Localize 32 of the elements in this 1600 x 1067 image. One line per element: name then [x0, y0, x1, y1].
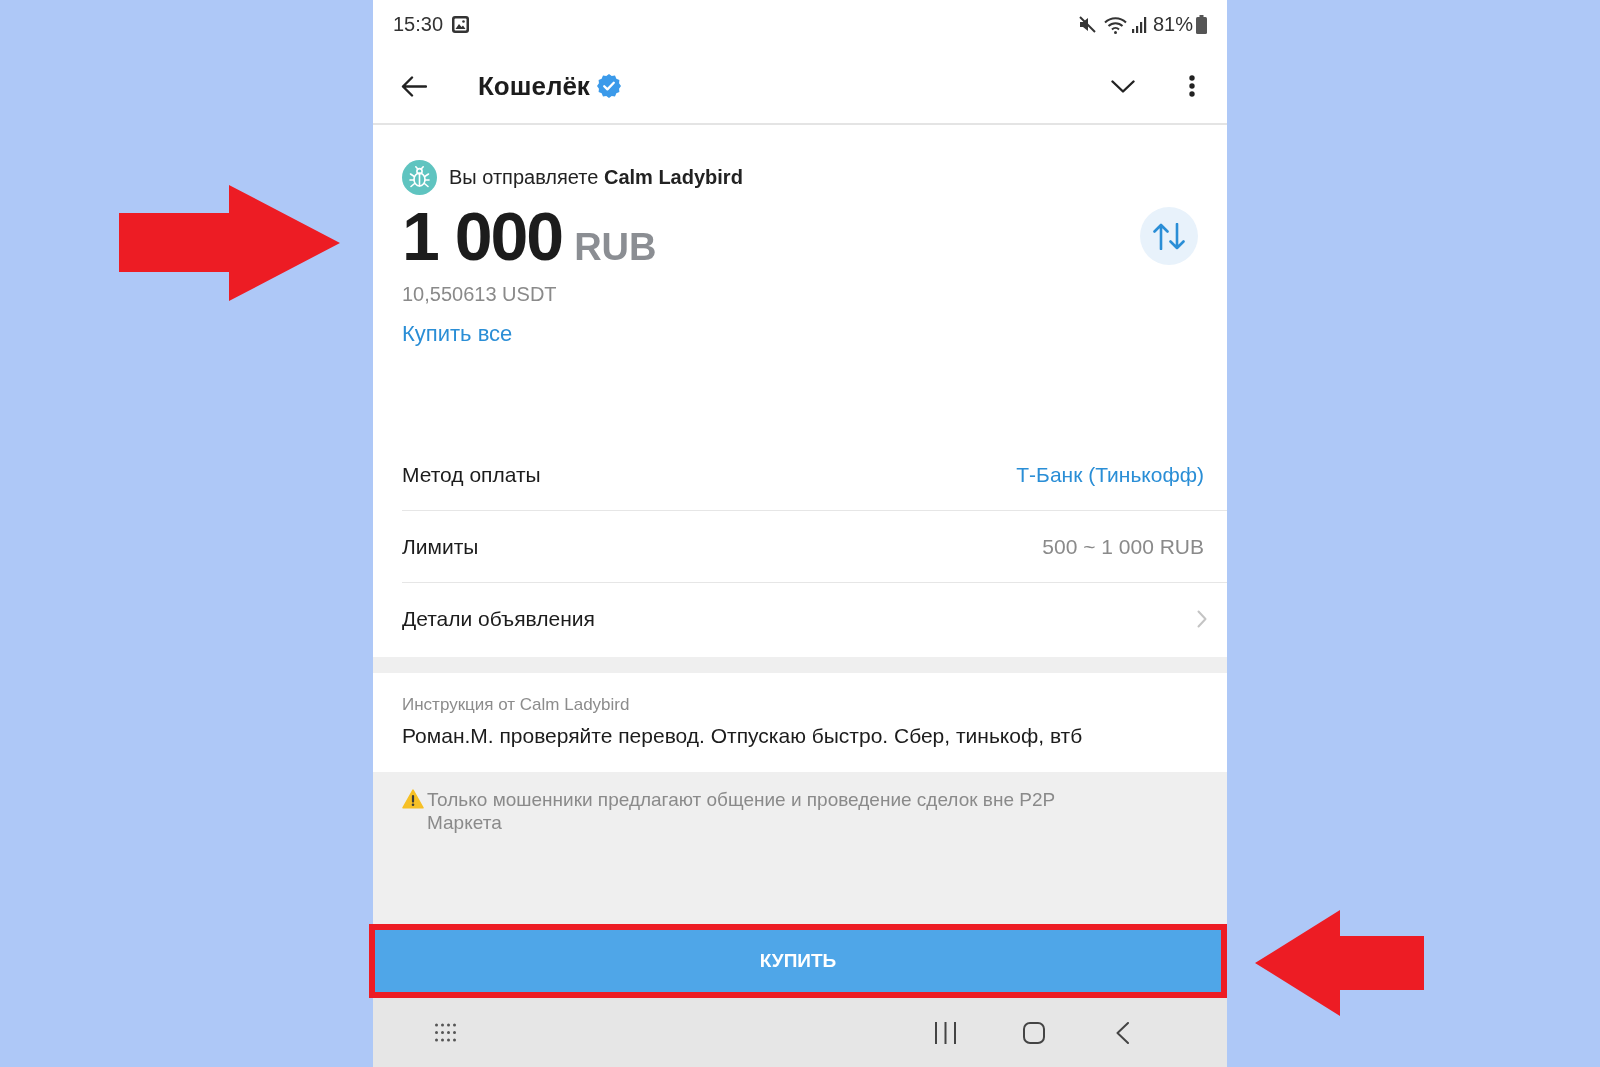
- chevron-down-icon: [1111, 79, 1135, 93]
- row-value: 500 ~ 1 000 RUB: [1042, 534, 1204, 559]
- row-label: Метод оплаты: [402, 462, 541, 487]
- signal-icon: [1131, 16, 1147, 33]
- chevron-right-icon: [1197, 609, 1207, 628]
- instruction-text: Роман.М. проверяйте перевод. Отпускаю быстро. Сбер, тинькоф, втб: [402, 723, 1083, 749]
- warning-text: Только мошенники предлагают общение и проведение сделок вне P2P Маркета: [427, 788, 1056, 834]
- bug-avatar-icon: [402, 160, 437, 195]
- buy-all-link[interactable]: Купить все: [402, 321, 513, 346]
- sender-text: Вы отправляете Calm Ladybird: [449, 166, 743, 189]
- wifi-icon: [1103, 15, 1127, 34]
- up-down-arrows-icon: [1153, 222, 1185, 250]
- row-value-link[interactable]: Т-Банк (Тинькофф): [1016, 462, 1204, 487]
- more-menu-icon: [1189, 75, 1195, 97]
- status-time: 15:30: [393, 13, 444, 36]
- converted-amount: 10,550613 USDT: [402, 282, 557, 306]
- warning-icon: [402, 789, 424, 809]
- back-arrow-icon: [401, 75, 427, 97]
- gallery-icon: [452, 16, 470, 33]
- battery-icon: [1196, 15, 1207, 34]
- nav-back-icon[interactable]: [1116, 1021, 1129, 1044]
- mute-icon: [1078, 16, 1096, 33]
- amount-value: 1 000: [402, 202, 563, 270]
- window-title: Кошелёк: [478, 70, 590, 102]
- home-icon[interactable]: [1023, 1021, 1045, 1044]
- recents-icon[interactable]: [935, 1021, 956, 1044]
- buy-button[interactable]: КУПИТЬ: [369, 924, 1227, 998]
- apps-grid-icon[interactable]: [435, 1022, 456, 1043]
- instruction-label: Инструкция от Calm Ladybird: [402, 694, 630, 716]
- battery-percent: 81%: [1152, 13, 1193, 36]
- row-label: Лимиты: [402, 534, 479, 559]
- currency-code: RUB: [574, 228, 657, 266]
